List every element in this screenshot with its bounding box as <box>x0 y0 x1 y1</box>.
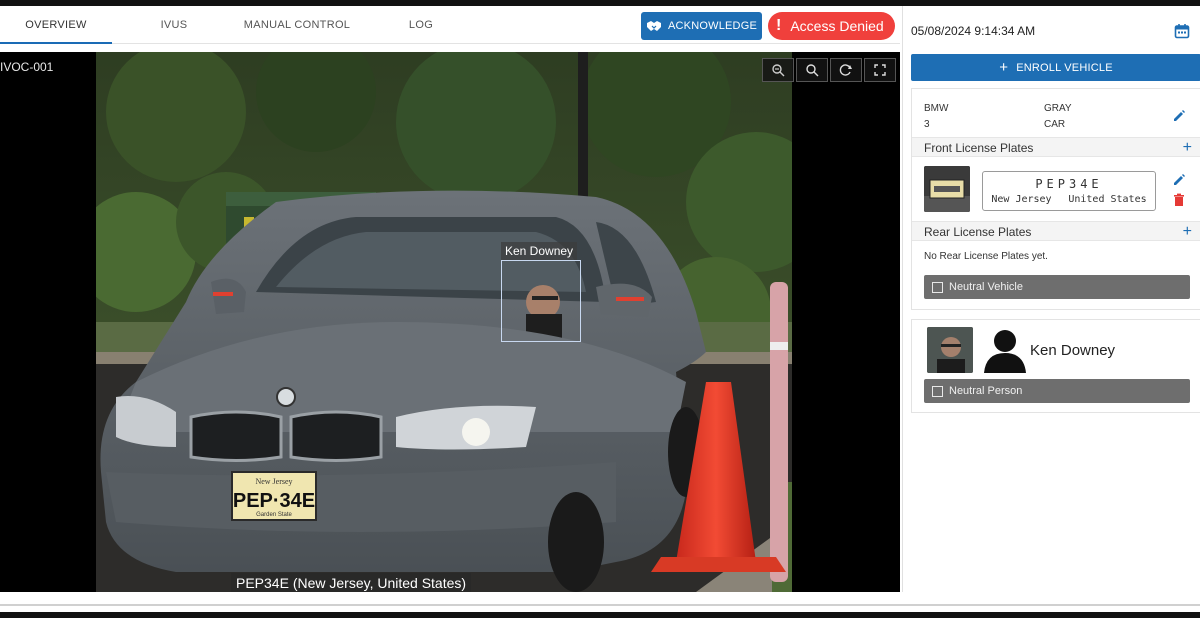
camera-label: IVOC-001 <box>0 60 54 74</box>
vehicle-model: 3 <box>924 119 930 130</box>
tab-overview[interactable]: OVERVIEW <box>0 6 112 44</box>
footer-divider <box>0 604 1200 606</box>
front-plate-state: New Jersey <box>991 194 1052 205</box>
neutral-person-checkbox[interactable] <box>932 385 943 397</box>
zoom-in-icon[interactable] <box>796 58 828 82</box>
front-plates-header: Front License Plates + <box>912 137 1200 157</box>
vehicle-card: BMW 3 GRAY CAR Front License Plates + PE… <box>911 88 1200 310</box>
acknowledge-button[interactable]: ACKNOWLEDGE <box>641 12 762 40</box>
tab-log[interactable]: LOG <box>390 6 452 44</box>
reset-icon[interactable] <box>830 58 862 82</box>
person-name: Ken Downey <box>1030 342 1116 359</box>
vehicle-color: GRAY <box>1044 103 1072 114</box>
enroll-vehicle-label: ENROLL VEHICLE <box>1016 61 1113 74</box>
person-silhouette-icon <box>984 330 1026 373</box>
plate-motto-text: Garden State <box>256 512 292 518</box>
event-datetime: 05/08/2024 9:14:34 AM <box>911 24 1036 38</box>
rear-plates-title: Rear License Plates <box>924 225 1032 239</box>
details-panel: 05/08/2024 9:14:34 AM + ENROLL VEHICLE B… <box>902 6 1200 592</box>
edit-plate-icon[interactable] <box>1172 173 1186 187</box>
edit-vehicle-icon[interactable] <box>1172 109 1186 123</box>
front-plate-card[interactable]: PEP34E New Jersey United States <box>982 171 1156 211</box>
vehicle-type: CAR <box>1044 119 1066 130</box>
neutral-vehicle-label: Neutral Vehicle <box>949 281 1023 293</box>
neutral-person-label: Neutral Person <box>949 385 1023 397</box>
window-bottom-border <box>0 612 1200 618</box>
zoom-out-icon[interactable] <box>762 58 794 82</box>
acknowledge-label: ACKNOWLEDGE <box>668 20 757 32</box>
neutral-vehicle-toggle[interactable]: Neutral Vehicle <box>924 275 1190 299</box>
person-face-thumbnail[interactable] <box>927 327 973 373</box>
tab-manual-control[interactable]: MANUAL CONTROL <box>236 6 358 44</box>
neutral-vehicle-checkbox[interactable] <box>932 281 943 293</box>
add-rear-plate-icon[interactable]: + <box>1183 222 1192 242</box>
camera-scene-image: New Jersey PEP·34E Garden State <box>96 52 792 592</box>
enroll-vehicle-button[interactable]: + ENROLL VEHICLE <box>911 54 1200 81</box>
rear-plates-empty: No Rear License Plates yet. <box>924 251 1048 262</box>
face-detection-box[interactable] <box>501 260 581 342</box>
front-plate-number: PEP34E <box>1035 177 1103 191</box>
plus-icon: + <box>999 59 1009 76</box>
plate-number-text: PEP·34E <box>233 490 315 512</box>
fullscreen-icon[interactable] <box>864 58 896 82</box>
front-plate-country: United States <box>1068 194 1147 205</box>
delete-plate-icon[interactable] <box>1173 193 1185 207</box>
vehicle-make: BMW <box>924 103 949 114</box>
front-plates-title: Front License Plates <box>924 141 1034 155</box>
rear-plates-header: Rear License Plates + <box>912 221 1200 241</box>
access-status-label: Access Denied <box>790 18 884 34</box>
face-detection-label: Ken Downey <box>501 242 578 260</box>
calendar-icon[interactable] <box>1174 23 1190 39</box>
neutral-person-toggle[interactable]: Neutral Person <box>924 379 1190 403</box>
vehicle-color-type: GRAY CAR <box>1044 101 1072 133</box>
plate-detection-label: PEP34E (New Jersey, United States) <box>231 573 472 592</box>
tab-ivus[interactable]: IVUS <box>140 6 208 44</box>
exclamation-icon: ! <box>776 17 782 34</box>
person-card: Ken Downey Neutral Person <box>911 319 1200 413</box>
front-plate-thumbnail[interactable] <box>924 166 970 212</box>
access-status-badge: ! Access Denied <box>768 12 895 40</box>
plate-state-text: New Jersey <box>255 477 292 486</box>
handshake-icon <box>647 21 661 31</box>
tab-bar: OVERVIEW IVUS MANUAL CONTROL LOG ACKNOWL… <box>0 6 900 44</box>
add-front-plate-icon[interactable]: + <box>1183 138 1192 158</box>
camera-video-feed[interactable]: IVOC-001 New Jersey PEP·34E Garden State… <box>0 52 900 592</box>
vehicle-make-model: BMW 3 <box>924 101 948 133</box>
footer-area <box>0 592 1200 630</box>
